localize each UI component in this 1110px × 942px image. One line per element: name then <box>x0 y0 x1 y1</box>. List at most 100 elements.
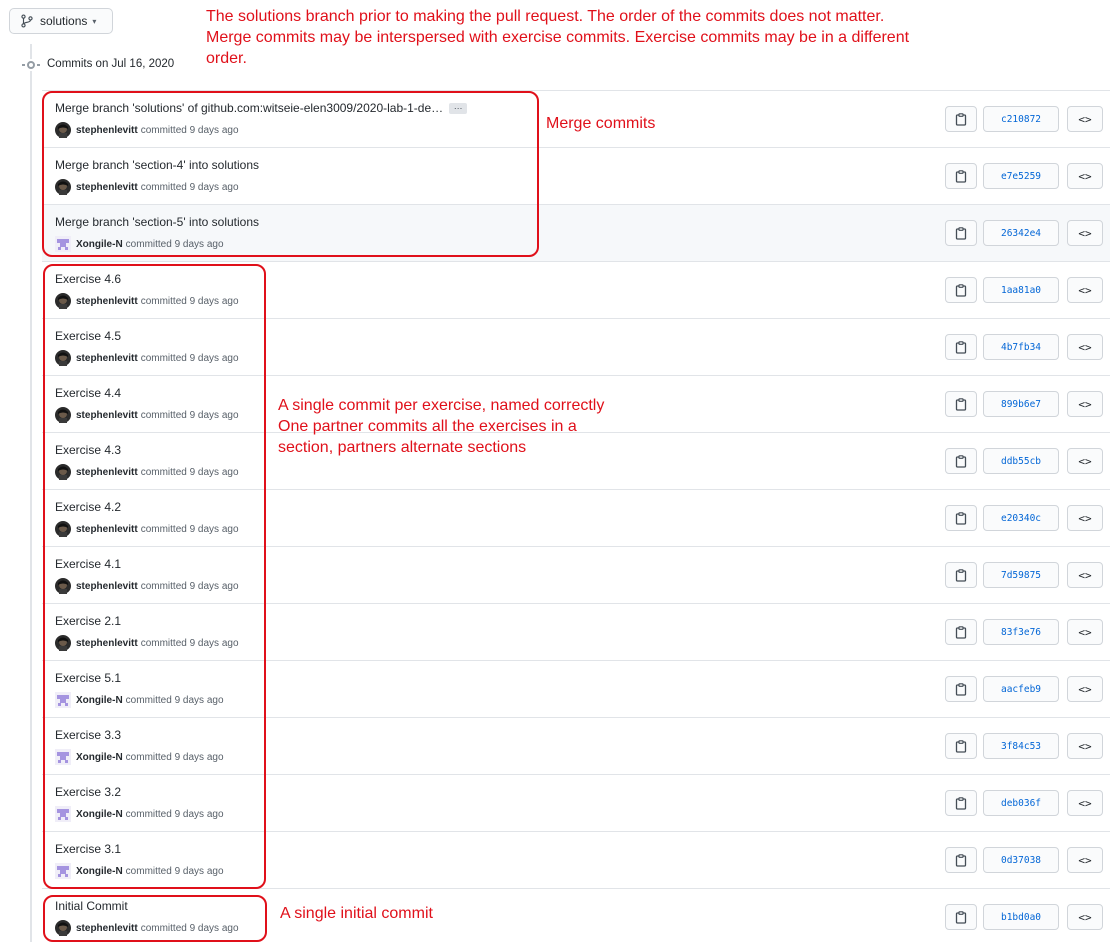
avatar[interactable] <box>55 179 71 195</box>
commit-sha-link[interactable]: ddb55cb <box>983 448 1059 474</box>
commit-sha-link[interactable]: b1bd0a0 <box>983 904 1059 930</box>
commit-row[interactable]: Exercise 4.2 stephenlevitt committed 9 d… <box>42 490 1110 547</box>
commit-sha-link[interactable]: 26342e4 <box>983 220 1059 246</box>
commit-row[interactable]: Exercise 4.1 stephenlevitt committed 9 d… <box>42 547 1110 604</box>
commit-title[interactable]: Merge branch 'solutions' of github.com:w… <box>55 101 468 115</box>
commit-sha-link[interactable]: aacfeb9 <box>983 676 1059 702</box>
browse-repo-button[interactable]: <> <box>1067 334 1103 360</box>
copy-sha-button[interactable] <box>945 904 977 930</box>
copy-sha-button[interactable] <box>945 448 977 474</box>
commit-title-text[interactable]: Exercise 4.2 <box>55 500 121 514</box>
commit-row[interactable]: Exercise 5.1 Xongile-N committed 9 days … <box>42 661 1110 718</box>
commit-title[interactable]: Exercise 5.1 <box>55 671 121 685</box>
browse-repo-button[interactable]: <> <box>1067 619 1103 645</box>
copy-sha-button[interactable] <box>945 277 977 303</box>
commit-author[interactable]: stephenlevitt <box>76 182 138 193</box>
avatar[interactable] <box>55 407 71 423</box>
commit-author[interactable]: stephenlevitt <box>76 467 138 478</box>
commit-author[interactable]: stephenlevitt <box>76 125 138 136</box>
commit-sha-link[interactable]: 0d37038 <box>983 847 1059 873</box>
browse-repo-button[interactable]: <> <box>1067 163 1103 189</box>
browse-repo-button[interactable]: <> <box>1067 106 1103 132</box>
commit-sha-link[interactable]: e20340c <box>983 505 1059 531</box>
commit-sha-link[interactable]: deb036f <box>983 790 1059 816</box>
commit-row[interactable]: Exercise 4.5 stephenlevitt committed 9 d… <box>42 319 1110 376</box>
copy-sha-button[interactable] <box>945 619 977 645</box>
browse-repo-button[interactable]: <> <box>1067 790 1103 816</box>
commit-title-text[interactable]: Exercise 4.1 <box>55 557 121 571</box>
browse-repo-button[interactable]: <> <box>1067 448 1103 474</box>
copy-sha-button[interactable] <box>945 790 977 816</box>
commit-sha-link[interactable]: c210872 <box>983 106 1059 132</box>
copy-sha-button[interactable] <box>945 733 977 759</box>
commit-author[interactable]: stephenlevitt <box>76 524 138 535</box>
commit-row[interactable]: Merge branch 'section-5' into solutions … <box>42 205 1110 262</box>
commit-author[interactable]: Xongile-N <box>76 239 123 250</box>
commit-author[interactable]: stephenlevitt <box>76 923 138 934</box>
commit-title-text[interactable]: Initial Commit <box>55 899 128 913</box>
commit-author[interactable]: Xongile-N <box>76 695 123 706</box>
avatar[interactable] <box>55 521 71 537</box>
avatar[interactable] <box>55 350 71 366</box>
commit-title-text[interactable]: Exercise 4.3 <box>55 443 121 457</box>
avatar[interactable] <box>55 749 71 765</box>
avatar[interactable] <box>55 122 71 138</box>
browse-repo-button[interactable]: <> <box>1067 733 1103 759</box>
commit-title[interactable]: Exercise 3.1 <box>55 842 121 856</box>
commit-title[interactable]: Exercise 4.5 <box>55 329 121 343</box>
commit-author[interactable]: stephenlevitt <box>76 410 138 421</box>
commit-row[interactable]: Initial Commit stephenlevitt committed 9… <box>42 889 1110 942</box>
copy-sha-button[interactable] <box>945 505 977 531</box>
commit-title[interactable]: Merge branch 'section-5' into solutions <box>55 215 259 229</box>
commit-row[interactable]: Exercise 3.2 Xongile-N committed 9 days … <box>42 775 1110 832</box>
commit-row[interactable]: Exercise 4.6 stephenlevitt committed 9 d… <box>42 262 1110 319</box>
avatar[interactable] <box>55 293 71 309</box>
commit-author[interactable]: Xongile-N <box>76 866 123 877</box>
avatar[interactable] <box>55 578 71 594</box>
commit-title-text[interactable]: Exercise 4.4 <box>55 386 121 400</box>
commit-title[interactable]: Exercise 4.4 <box>55 386 121 400</box>
commit-title[interactable]: Exercise 4.1 <box>55 557 121 571</box>
branch-selector[interactable]: solutions ▾ <box>9 8 113 34</box>
commit-author[interactable]: Xongile-N <box>76 809 123 820</box>
copy-sha-button[interactable] <box>945 334 977 360</box>
browse-repo-button[interactable]: <> <box>1067 847 1103 873</box>
commit-title[interactable]: Exercise 2.1 <box>55 614 121 628</box>
commit-title[interactable]: Initial Commit <box>55 899 128 913</box>
copy-sha-button[interactable] <box>945 163 977 189</box>
avatar[interactable] <box>55 464 71 480</box>
commit-title-text[interactable]: Exercise 4.5 <box>55 329 121 343</box>
avatar[interactable] <box>55 920 71 936</box>
commit-author[interactable]: stephenlevitt <box>76 296 138 307</box>
commit-author[interactable]: stephenlevitt <box>76 353 138 364</box>
commit-title-text[interactable]: Exercise 3.3 <box>55 728 121 742</box>
commit-title-text[interactable]: Merge branch 'solutions' of github.com:w… <box>55 101 443 115</box>
browse-repo-button[interactable]: <> <box>1067 391 1103 417</box>
copy-sha-button[interactable] <box>945 220 977 246</box>
browse-repo-button[interactable]: <> <box>1067 676 1103 702</box>
copy-sha-button[interactable] <box>945 847 977 873</box>
expand-message-button[interactable]: … <box>449 102 468 115</box>
avatar[interactable] <box>55 806 71 822</box>
browse-repo-button[interactable]: <> <box>1067 904 1103 930</box>
commit-title-text[interactable]: Exercise 4.6 <box>55 272 121 286</box>
avatar[interactable] <box>55 236 71 252</box>
copy-sha-button[interactable] <box>945 391 977 417</box>
browse-repo-button[interactable]: <> <box>1067 220 1103 246</box>
commit-title-text[interactable]: Exercise 2.1 <box>55 614 121 628</box>
commit-sha-link[interactable]: 4b7fb34 <box>983 334 1059 360</box>
commit-title[interactable]: Exercise 3.3 <box>55 728 121 742</box>
commit-title-text[interactable]: Exercise 5.1 <box>55 671 121 685</box>
commit-title[interactable]: Exercise 4.2 <box>55 500 121 514</box>
browse-repo-button[interactable]: <> <box>1067 562 1103 588</box>
commit-title[interactable]: Exercise 3.2 <box>55 785 121 799</box>
commit-sha-link[interactable]: 1aa81a0 <box>983 277 1059 303</box>
commit-title-text[interactable]: Exercise 3.2 <box>55 785 121 799</box>
browse-repo-button[interactable]: <> <box>1067 505 1103 531</box>
commit-title[interactable]: Merge branch 'section-4' into solutions <box>55 158 259 172</box>
commit-author[interactable]: stephenlevitt <box>76 638 138 649</box>
commit-title-text[interactable]: Merge branch 'section-4' into solutions <box>55 158 259 172</box>
commit-author[interactable]: stephenlevitt <box>76 581 138 592</box>
avatar[interactable] <box>55 635 71 651</box>
commit-row[interactable]: Exercise 3.3 Xongile-N committed 9 days … <box>42 718 1110 775</box>
